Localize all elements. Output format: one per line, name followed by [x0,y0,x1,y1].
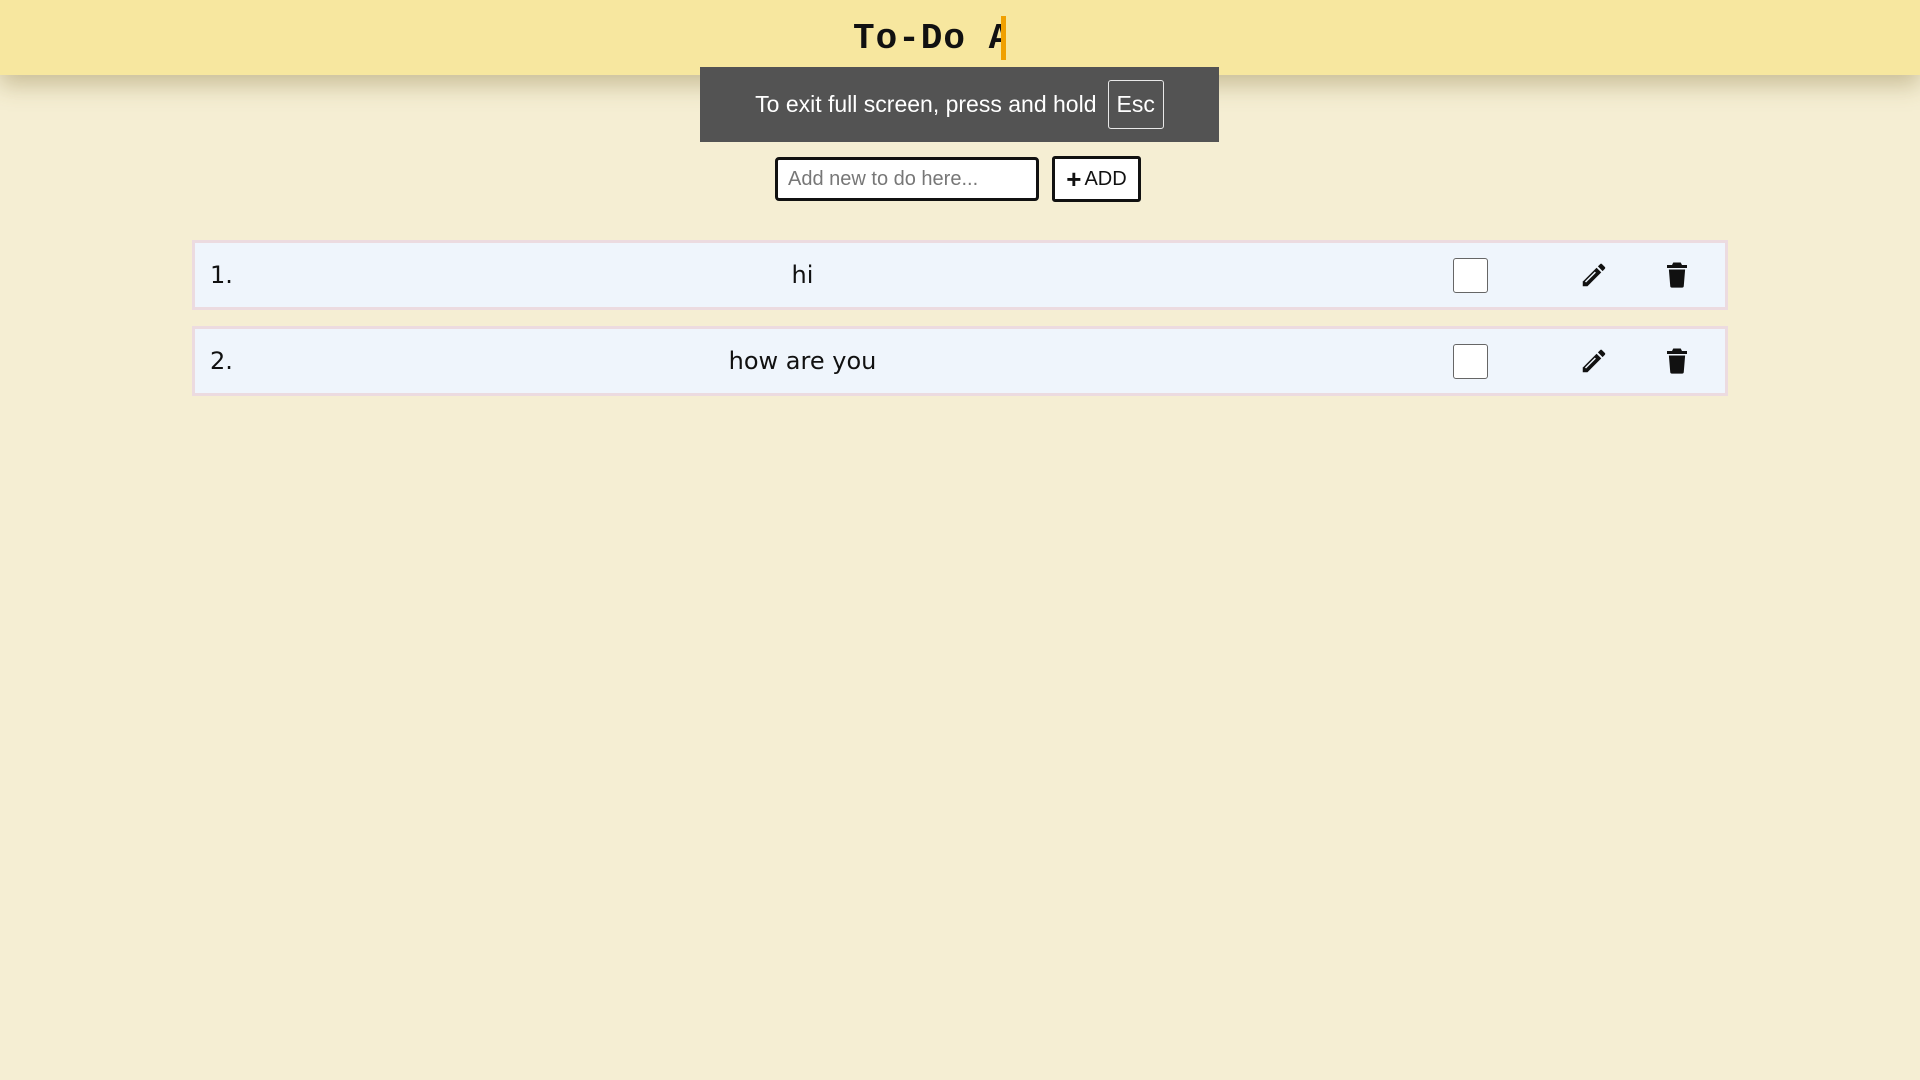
todo-item-text: how are you [728,347,877,375]
app-header: To-Do App [0,0,1920,75]
delete-todo-button[interactable] [1662,346,1692,376]
todo-item: 2. how are you [192,326,1728,396]
todo-complete-checkbox[interactable] [1453,258,1488,293]
todo-item: 1. hi [192,240,1728,310]
edit-todo-button[interactable] [1579,346,1609,376]
fullscreen-notice-message: To exit full screen, press and hold [755,91,1097,117]
trash-icon [1667,262,1687,288]
page-title-text: To-Do App [853,17,1001,59]
esc-key-hint: Esc [1107,80,1164,129]
typing-caret [1001,16,1006,60]
plus-icon: + [1066,164,1082,194]
todo-complete-checkbox[interactable] [1453,344,1488,379]
trash-icon [1667,348,1687,374]
edit-todo-button[interactable] [1579,260,1609,290]
pencil-icon [1582,349,1606,373]
todo-item-index: 2. [210,347,233,375]
fullscreen-exit-notice: To exit full screen, press and hold Esc [700,67,1219,142]
todo-item-text: hi [791,261,814,289]
add-button[interactable]: + ADD [1052,156,1141,202]
delete-todo-button[interactable] [1662,260,1692,290]
add-button-label: ADD [1084,167,1127,190]
pencil-icon [1582,263,1606,287]
new-todo-input[interactable] [775,157,1039,201]
add-todo-form: + ADD [775,156,1141,202]
todo-item-index: 1. [210,261,233,289]
todo-list: 1. hi 2. how are you [192,240,1728,412]
page-title: To-Do App [853,14,1006,62]
